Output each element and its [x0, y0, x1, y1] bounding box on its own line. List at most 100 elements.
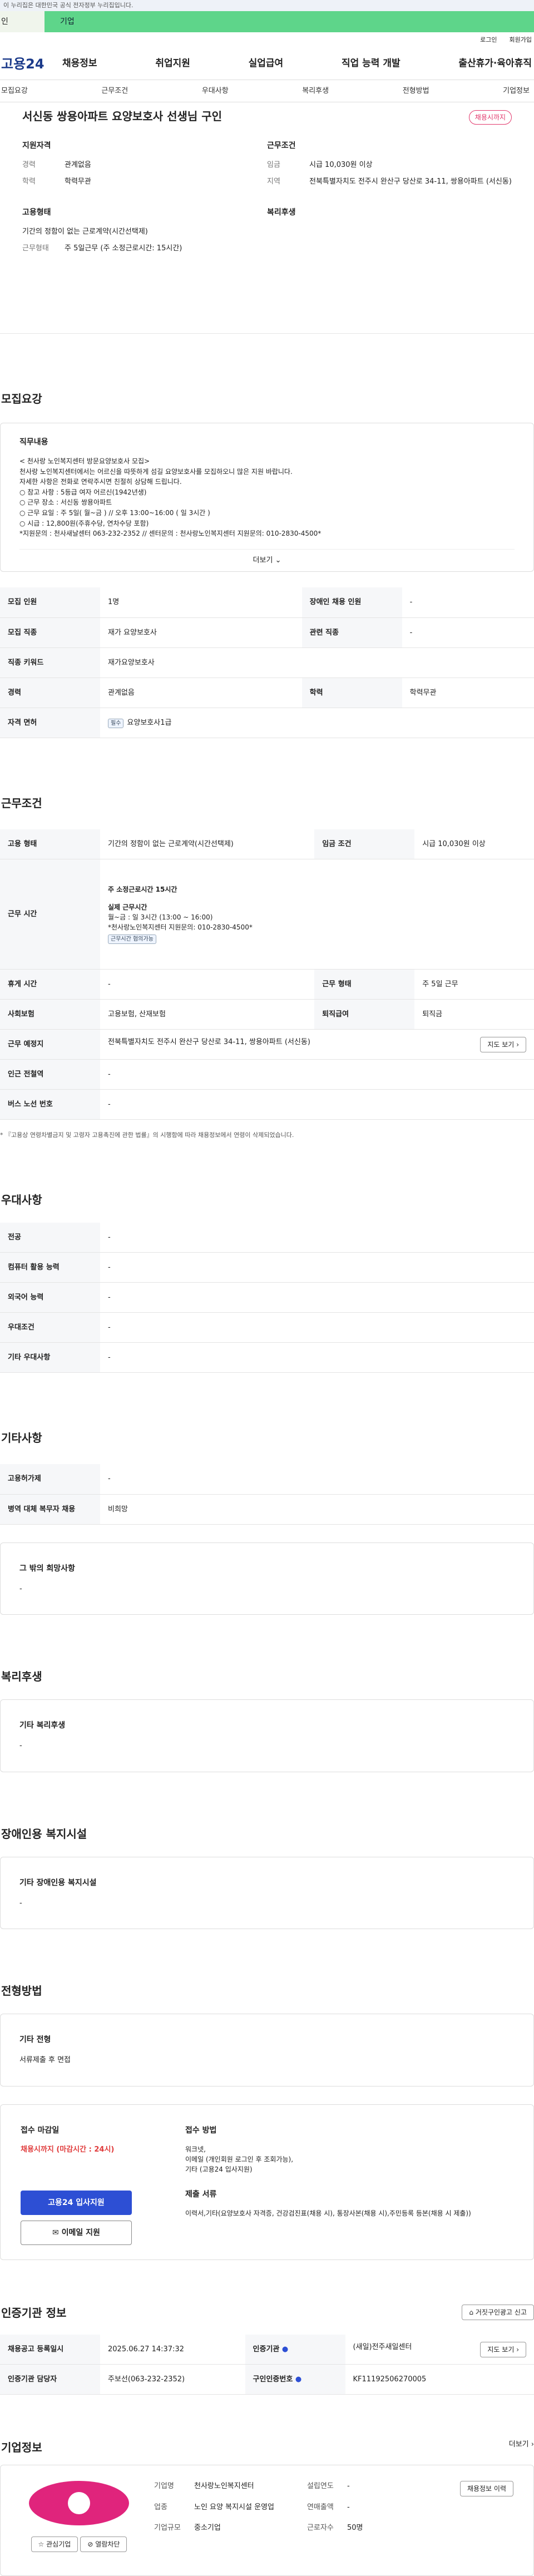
company-logo: [29, 2481, 129, 2526]
cell-value: 재가요양보호사: [100, 647, 534, 678]
edu-label: 학력: [22, 177, 36, 186]
cell-label: 관련 직종: [301, 617, 402, 648]
cell-value: -: [100, 1464, 534, 1495]
wage-value: 시급 10,030원 이상: [309, 161, 373, 169]
industry-value: 노인 요양 복지시설 운영업: [194, 2503, 274, 2511]
cell-value: 재가 요양보호사: [100, 617, 302, 648]
contact-note: *천사랑노인복지센터 지원문의: 010-2830-4500*: [108, 923, 253, 932]
welfare-heading: 복리후생: [267, 208, 296, 217]
welfare-value: -: [19, 1742, 22, 1751]
cert-table: 채용공고 등록일시 2025.06.27 14:37:32 인증기관 ● (새일)전주…: [0, 2334, 534, 2395]
apply-button[interactable]: 고용24 입사지원: [21, 2191, 132, 2216]
desc-line: ○ 근무 장소 : 서신동 쌍용아파트: [19, 498, 112, 507]
snb-item[interactable]: 복리후생: [302, 86, 329, 97]
cell-label: 기타 우대사항: [0, 1342, 100, 1373]
cell-value: 학력무관: [402, 678, 534, 708]
emp-heading: 고용형태: [22, 208, 51, 217]
gnb-menu-item[interactable]: 출산휴가·육아휴직: [458, 57, 532, 71]
est-value: -: [347, 2482, 350, 2491]
employees-label: 근로자수: [306, 2524, 334, 2533]
cond-title: 근무조건: [1, 796, 42, 810]
size-value: 중소기업: [194, 2524, 221, 2533]
cell-value: 1명: [100, 587, 302, 618]
desc-line: 천사랑 노인복지센터에서는 어르신을 따뜻하게 섬길 요양보호사를 모집하오니 …: [19, 467, 293, 476]
cell-label: 사회보험: [0, 999, 100, 1030]
work-type-value: 주 5일근무 (주 소정근로시간: 15시간): [65, 244, 182, 253]
deadline-badge: 채용시까지: [468, 110, 512, 125]
snb-item[interactable]: 기업정보: [503, 86, 530, 97]
desc-line: ○ 시급 : 12,800원(주휴수당, 연차수당 포함): [19, 519, 149, 527]
actual-hours-heading: 실제 근무시간: [108, 903, 147, 912]
cell-label: 인증기관 ●: [245, 2334, 345, 2365]
favorite-button[interactable]: ☆ 관심기업: [31, 2537, 78, 2553]
tab-company[interactable]: 기업: [44, 11, 534, 32]
sales-label: 연매출액: [306, 2503, 334, 2511]
login-link[interactable]: 로그인: [480, 36, 497, 45]
desc-line: ○ 참고 사항 : 5등급 여자 어르신(1942년생): [19, 488, 147, 496]
tab-individual[interactable]: 인: [0, 11, 44, 32]
join-link[interactable]: 회원가입: [510, 36, 532, 45]
job-description-card: 직무내용 < 천사랑 노인복지센터 방문요양보호사 모집> 천사랑 노인복지센터…: [0, 423, 534, 572]
cell-label: 고용 형태: [0, 829, 100, 860]
info-icon[interactable]: ●: [282, 2345, 288, 2353]
gnb-menu-item[interactable]: 채용정보: [62, 57, 97, 71]
info-icon[interactable]: ●: [295, 2375, 301, 2384]
cell-value: -: [402, 587, 534, 618]
cond-table: 고용 형태 기간의 정함이 없는 근로계약(시간선택제) 임금 조건 시급 10,03…: [0, 829, 534, 1120]
map-button-label: 지도 보기: [487, 1040, 515, 1049]
more-button[interactable]: 더보기 ⌄: [19, 548, 515, 572]
history-button[interactable]: 채용정보 이력: [459, 2481, 513, 2497]
career-label: 경력: [22, 161, 36, 169]
sales-value: -: [347, 2503, 350, 2511]
block-button[interactable]: ⊘ 열람차단: [80, 2537, 127, 2553]
job-desc-heading: 직무내용: [19, 438, 48, 447]
cell-label: 우대조건: [0, 1312, 100, 1343]
mail-icon: ✉: [52, 2228, 59, 2238]
snb-item[interactable]: 우대사항: [202, 86, 229, 97]
est-label: 설립연도: [306, 2482, 334, 2491]
wage-label: 임금: [267, 161, 280, 169]
org-map-button[interactable]: 지도 보기 ›: [480, 2341, 526, 2357]
gnb-menu-item[interactable]: 직업 능력 개발: [342, 57, 400, 71]
method-line: 이메일 (개인회원 로그인 후 조회가능),: [185, 2155, 294, 2163]
work-type-label: 근무형태: [22, 244, 49, 253]
id-label: 구인인증번호: [253, 2375, 293, 2384]
recruit-table: 모집 인원 1명 장애인 채용 인원 - 모집 직종 재가 요양보호사 관련 직종 - 직종…: [0, 587, 534, 738]
hope-value: -: [19, 1584, 22, 1593]
work-heading: 근무조건: [267, 141, 296, 150]
cell-label: 인근 전철역: [0, 1059, 100, 1090]
snb-item[interactable]: 전형방법: [403, 86, 429, 97]
gnb-menu-item[interactable]: 취업지원: [155, 57, 190, 71]
cell-label: 자격 면허: [0, 708, 100, 738]
snb-item[interactable]: 근무조건: [101, 86, 128, 97]
deadline-heading: 접수 마감일: [21, 2125, 60, 2135]
email-apply-button[interactable]: ✉ 이메일 지원: [21, 2221, 132, 2246]
place-value: 전북특별자치도 전주시 완산구 당산로 34-11, 쌍용아파트 (서신동): [108, 1037, 310, 1046]
map-button[interactable]: 지도 보기 ›: [480, 1036, 526, 1052]
cell-value: 시급 10,030원 이상: [414, 829, 534, 860]
cell-value: 주보선(063-232-2352): [100, 2364, 245, 2395]
cell-label: 근무 시간: [0, 859, 100, 970]
company-more-label: 더보기: [508, 2440, 529, 2449]
company-more-link[interactable]: 더보기 ›: [509, 2439, 534, 2450]
site-logo[interactable]: 고용24: [1, 54, 62, 74]
age-note: * 『고용상 연령차별금지 및 고령자 고용촉진에 관한 법률』의 시행함에 따…: [0, 1131, 294, 1139]
report-button[interactable]: ⌂ 거짓구인광고 신고: [462, 2304, 534, 2320]
cell-label: 장애인 채용 인원: [301, 587, 402, 618]
cell-value: -: [100, 1252, 534, 1283]
deadline-value: 채용시까지 (마감시간 : 24시): [21, 2145, 115, 2154]
method-line: 워크넷,: [185, 2145, 206, 2153]
gnb-menu-item[interactable]: 실업급여: [249, 57, 284, 71]
chevron-right-icon: ›: [516, 1040, 519, 1049]
docs-heading: 제출 서류: [185, 2189, 217, 2199]
cell-value: 주 5일 근무: [414, 969, 534, 1000]
cell-value: 비희망: [100, 1494, 534, 1525]
section-nav: 모집요강 근무조건 우대사항 복리후생 전형방법 기업정보: [0, 80, 534, 102]
cell-label: 휴게 시간: [0, 969, 100, 1000]
license-value: 요양보호사1급: [127, 718, 172, 727]
cell-value: -: [402, 617, 534, 648]
docs-value: 이력서,기타(요양보호사 자격증, 건강검진표(채용 시), 통장사본(채용 시…: [185, 2209, 471, 2217]
snb-item[interactable]: 모집요강: [1, 86, 28, 97]
cell-label: 컴퓨터 활용 능력: [0, 1252, 100, 1283]
cell-label: 직종 키워드: [0, 647, 100, 678]
